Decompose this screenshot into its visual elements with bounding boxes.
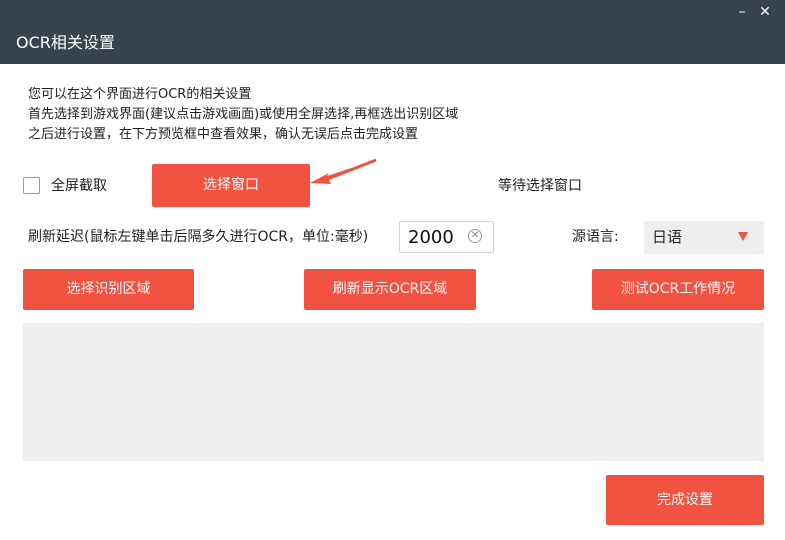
source-language-label: 源语言: (572, 229, 619, 245)
window-title: OCR相关设置 (16, 33, 115, 52)
title-bar: – ✕ OCR相关设置 (0, 0, 785, 64)
fullscreen-label: 全屏截取 (51, 178, 107, 194)
test-ocr-button[interactable]: 测试OCR工作情况 (592, 269, 764, 310)
select-window-button[interactable]: 选择窗口 (152, 164, 310, 207)
refresh-delay-value[interactable]: 2000 (408, 226, 454, 250)
red-pointer-arrow-icon (310, 158, 377, 184)
description-line-2: 首先选择到游戏界面(建议点击游戏画面)或使用全屏选择,再框选出识别区域 (28, 107, 459, 122)
minimize-button[interactable]: – (732, 2, 752, 22)
refresh-delay-label: 刷新延迟(鼠标左键单击后隔多久进行OCR，单位:毫秒) (28, 229, 369, 245)
source-language-value: 日语 (652, 228, 683, 246)
close-button[interactable]: ✕ (755, 2, 775, 22)
status-text: 等待选择窗口 (498, 178, 582, 194)
description-line-3: 之后进行设置，在下方预览框中查看效果，确认无误后点击完成设置 (28, 127, 419, 142)
refresh-delay-input[interactable]: 2000 ✕ (399, 221, 494, 253)
source-language-select[interactable]: 日语 (644, 221, 764, 254)
preview-panel (23, 323, 764, 461)
fullscreen-checkbox[interactable] (23, 177, 40, 194)
triangle-down-icon[interactable] (738, 232, 748, 241)
clear-icon[interactable]: ✕ (468, 229, 482, 243)
finish-button[interactable]: 完成设置 (606, 475, 764, 525)
refresh-ocr-region-button[interactable]: 刷新显示OCR区域 (304, 269, 476, 310)
description-line-1: 您可以在这个界面进行OCR的相关设置 (28, 87, 252, 102)
select-region-button[interactable]: 选择识别区域 (23, 269, 194, 310)
